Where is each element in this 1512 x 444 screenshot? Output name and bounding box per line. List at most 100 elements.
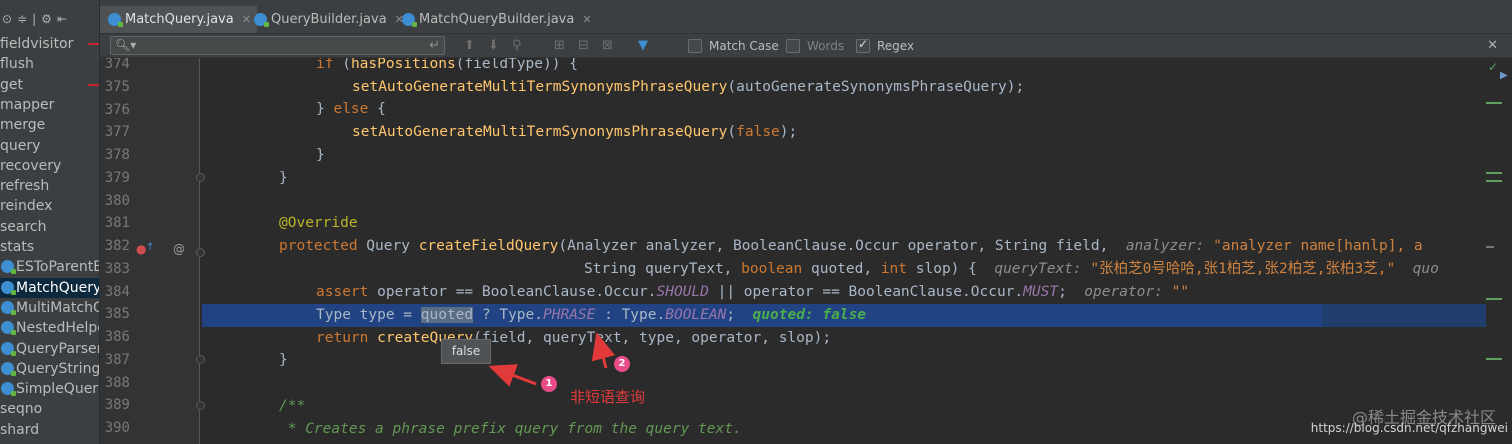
java-class-icon bbox=[1, 321, 16, 336]
stripe-mark[interactable] bbox=[1486, 298, 1502, 300]
tree-item-mapper[interactable]: mapper bbox=[0, 95, 99, 115]
find-all-icon[interactable]: ⚲ bbox=[512, 37, 522, 55]
override-marker-icon[interactable]: ● bbox=[136, 238, 146, 260]
tree-item-stats[interactable]: stats bbox=[0, 237, 99, 257]
line-number: 386 bbox=[104, 329, 130, 345]
line-number: 377 bbox=[104, 124, 130, 141]
stripe-mark[interactable] bbox=[1486, 102, 1502, 104]
code-editor[interactable]: 374 375 376 377 378 379 380 381 382 383 384 385 386 3… bbox=[100, 58, 1500, 444]
search-input[interactable]: 🔍︎▾ ↵ bbox=[110, 36, 445, 55]
line-number: 384 bbox=[104, 283, 130, 300]
add-selection-icon[interactable]: ⊞ bbox=[554, 37, 565, 55]
unselect-occurrence-icon[interactable]: ⊟ bbox=[578, 37, 589, 55]
stripe-mark[interactable] bbox=[1486, 180, 1502, 182]
line-number: 374 bbox=[104, 58, 130, 72]
match-case-label: Match Case bbox=[709, 39, 779, 53]
checkbox-box[interactable] bbox=[786, 39, 800, 53]
tree-item-label: QueryParserI bbox=[16, 340, 100, 357]
tree-item-label: query bbox=[0, 137, 41, 154]
tree-item-label: flush bbox=[0, 56, 34, 73]
check-icon: ✓ bbox=[1488, 60, 1499, 74]
tree-item-multimatchq[interactable]: MultiMatchQ bbox=[0, 298, 99, 318]
line-number: 378 bbox=[104, 147, 130, 163]
tab-querybuilder[interactable]: QueryBuilder.java ✕ bbox=[246, 6, 410, 33]
tree-item-label: ESToParentB bbox=[16, 259, 100, 276]
tree-item-label: NestedHelpe bbox=[16, 320, 100, 337]
checkbox-box[interactable] bbox=[856, 37, 870, 53]
tree-item-seqno[interactable]: seqno bbox=[0, 399, 99, 419]
editor-tabs: MatchQuery.java ✕ QueryBuilder.java ✕ Ma… bbox=[100, 0, 1512, 34]
tree-item-queryparseri[interactable]: QueryParserI bbox=[0, 339, 100, 359]
tab-matchquery[interactable]: MatchQuery.java ✕ bbox=[100, 6, 257, 33]
implement-arrow-icon[interactable]: ↑ bbox=[146, 237, 154, 259]
tree-item-fieldvisitor[interactable]: fieldvisitor bbox=[0, 34, 99, 54]
tree-item-simplequery[interactable]: SimpleQuery bbox=[0, 379, 99, 399]
target-icon[interactable]: ⊙ bbox=[2, 9, 12, 29]
java-class-icon bbox=[1, 341, 16, 356]
step-badge-1: 1 bbox=[541, 376, 557, 392]
tree-item-label: MatchQuery bbox=[16, 279, 100, 296]
tree-item-querystringc[interactable]: QueryStringC bbox=[0, 359, 100, 379]
line-number: 379 bbox=[104, 169, 130, 186]
tree-item-reindex[interactable]: reindex bbox=[0, 196, 99, 216]
tree-item-matchquery[interactable]: MatchQuery bbox=[0, 277, 100, 298]
tree-item-label: get bbox=[0, 76, 23, 93]
selected-word[interactable]: quoted bbox=[420, 307, 474, 323]
search-icon[interactable]: 🔍︎▾ bbox=[115, 37, 136, 54]
tree-item-estoparentb[interactable]: ESToParentB bbox=[0, 257, 100, 277]
tab-matchquerybuilder[interactable]: MatchQueryBuilder.java ✕ bbox=[394, 6, 598, 33]
tree-item-query[interactable]: query bbox=[0, 136, 99, 156]
code-line-379: } bbox=[279, 170, 288, 186]
line-number: 388 bbox=[104, 374, 130, 391]
tree-item-nestedhelpe[interactable]: NestedHelpe bbox=[0, 318, 100, 338]
hide-icon[interactable]: ⇤ bbox=[57, 9, 67, 29]
tree-item-shard[interactable]: shard bbox=[0, 420, 99, 440]
code-line-384: assert operator == BooleanClause.Occur.S… bbox=[316, 284, 1190, 300]
collapse-icon[interactable]: ≑ bbox=[17, 9, 27, 29]
close-icon[interactable]: ✕ bbox=[1487, 36, 1498, 56]
tree-item-get[interactable]: get bbox=[0, 75, 99, 95]
error-stripe[interactable]: ✓ ▶ bbox=[1486, 58, 1512, 444]
tab-label: MatchQueryBuilder.java bbox=[419, 12, 575, 27]
java-class-icon bbox=[108, 13, 123, 27]
tree-item-label: refresh bbox=[0, 178, 50, 195]
line-number: 389 bbox=[104, 397, 130, 414]
previous-occurrence-icon[interactable]: ⬆ bbox=[464, 37, 475, 55]
words-checkbox[interactable]: Words bbox=[786, 38, 844, 54]
current-line-highlight-tail bbox=[1322, 304, 1500, 327]
filter-icon[interactable]: ▼ bbox=[638, 37, 648, 55]
java-class-icon bbox=[1, 382, 16, 397]
step-badge-2: 2 bbox=[614, 356, 630, 372]
tab-label: MatchQuery.java bbox=[125, 12, 234, 27]
next-occurrence-icon[interactable]: ⬇ bbox=[488, 37, 499, 55]
code-line-377: setAutoGenerateMultiTermSynonymsPhraseQu… bbox=[352, 124, 798, 140]
gear-icon[interactable]: ⚙ bbox=[41, 9, 52, 29]
tree-item-label: stats bbox=[0, 239, 35, 255]
line-number: 383 bbox=[104, 260, 130, 277]
regex-label: Regex bbox=[877, 39, 915, 53]
checkbox-box[interactable] bbox=[688, 39, 702, 53]
java-class-icon bbox=[1, 260, 16, 275]
java-class-icon bbox=[254, 13, 269, 27]
stripe-mark[interactable] bbox=[1486, 172, 1502, 174]
match-case-checkbox[interactable]: Match Case bbox=[688, 38, 779, 54]
select-all-occurrences-icon[interactable]: ⊠ bbox=[602, 37, 613, 55]
tree-item-refresh[interactable]: refresh bbox=[0, 176, 99, 196]
regex-checkbox[interactable]: Regex bbox=[856, 37, 915, 54]
code-line-375: setAutoGenerateMultiTermSynonymsPhraseQu… bbox=[352, 79, 1025, 95]
tree-item-flush[interactable]: flush bbox=[0, 54, 99, 74]
close-icon[interactable]: ✕ bbox=[582, 13, 591, 26]
java-class-icon bbox=[1, 280, 16, 295]
tree-item-search[interactable]: search bbox=[0, 217, 99, 237]
code-line-387: } bbox=[279, 352, 288, 368]
tree-item-label: QueryStringC bbox=[16, 360, 100, 377]
code-line-378: } bbox=[316, 147, 325, 163]
stripe-mark[interactable] bbox=[1486, 358, 1502, 360]
code-line-389: /** bbox=[279, 398, 306, 414]
stripe-mark[interactable] bbox=[1486, 246, 1494, 248]
tree-item-label: recovery bbox=[0, 157, 62, 174]
tree-item-recovery[interactable]: recovery bbox=[0, 156, 99, 176]
code-line-376: } else { bbox=[316, 101, 386, 117]
tree-item-merge[interactable]: merge bbox=[0, 115, 99, 135]
tree-item-label: search bbox=[0, 218, 47, 235]
